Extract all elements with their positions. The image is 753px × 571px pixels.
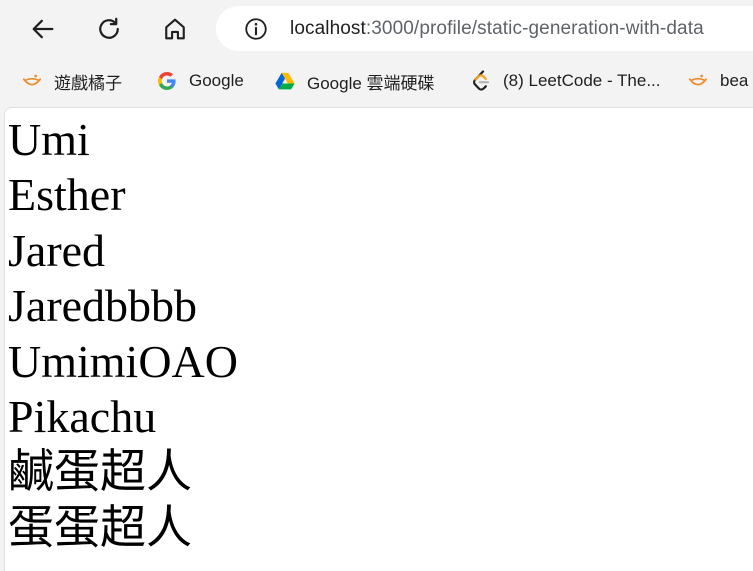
site-info-button[interactable] xyxy=(242,15,270,43)
url-host: localhost xyxy=(290,17,366,39)
list-item: Esther xyxy=(8,169,126,221)
browser-toolbar: localhost:3000/profile/static-generation… xyxy=(0,0,753,58)
url-path: :3000/profile/static-generation-with-dat… xyxy=(365,17,704,39)
bookmark-label: bea xyxy=(720,71,749,90)
gamania-icon xyxy=(688,71,708,91)
bookmark-label: (8) LeetCode - The... xyxy=(503,71,661,90)
reload-icon xyxy=(99,17,119,39)
info-icon xyxy=(245,17,267,40)
list-item: Jaredbbbb xyxy=(8,280,198,332)
list-item: 蛋蛋超人 xyxy=(8,501,192,553)
back-button[interactable] xyxy=(23,9,63,49)
name-list: Umi Esther Jared Jaredbbbb UmimiOAO Pika… xyxy=(8,112,238,555)
home-button[interactable] xyxy=(155,9,195,49)
browser-window: localhost:3000/profile/static-generation… xyxy=(0,0,753,571)
bookmark-gamania-2[interactable]: bea xyxy=(688,67,748,95)
reload-button[interactable] xyxy=(89,9,129,49)
address-bar[interactable]: localhost:3000/profile/static-generation… xyxy=(216,6,753,51)
list-item: Jared xyxy=(8,224,106,276)
google-drive-icon xyxy=(275,71,295,91)
bookmark-leetcode[interactable]: (8) LeetCode - The... xyxy=(471,67,661,95)
leetcode-icon xyxy=(471,70,491,91)
list-item: Pikachu xyxy=(8,391,157,443)
bookmark-label: 遊戲橘子 xyxy=(54,73,122,93)
list-item: Umi xyxy=(8,114,90,165)
page-content: Umi Esther Jared Jaredbbbb UmimiOAO Pika… xyxy=(4,107,753,571)
gamania-icon xyxy=(22,71,42,91)
list-item: 鹹蛋超人 xyxy=(8,446,192,498)
bookmark-gamania[interactable]: 遊戲橘子 xyxy=(22,67,122,95)
google-icon xyxy=(157,71,177,91)
arrow-left-icon xyxy=(32,19,54,39)
bookmark-label: Google 雲端硬碟 xyxy=(307,73,435,93)
bookmark-label: Google xyxy=(189,71,244,90)
bookmarks-bar: 遊戲橘子 Google Google 雲端硬碟 (8) LeetCode - T… xyxy=(0,62,753,100)
home-icon xyxy=(165,18,185,40)
bookmark-google[interactable]: Google xyxy=(157,67,244,95)
url-text[interactable]: localhost:3000/profile/static-generation… xyxy=(290,18,704,40)
list-item: UmimiOAO xyxy=(8,335,238,387)
bookmark-google-drive[interactable]: Google 雲端硬碟 xyxy=(275,67,435,95)
